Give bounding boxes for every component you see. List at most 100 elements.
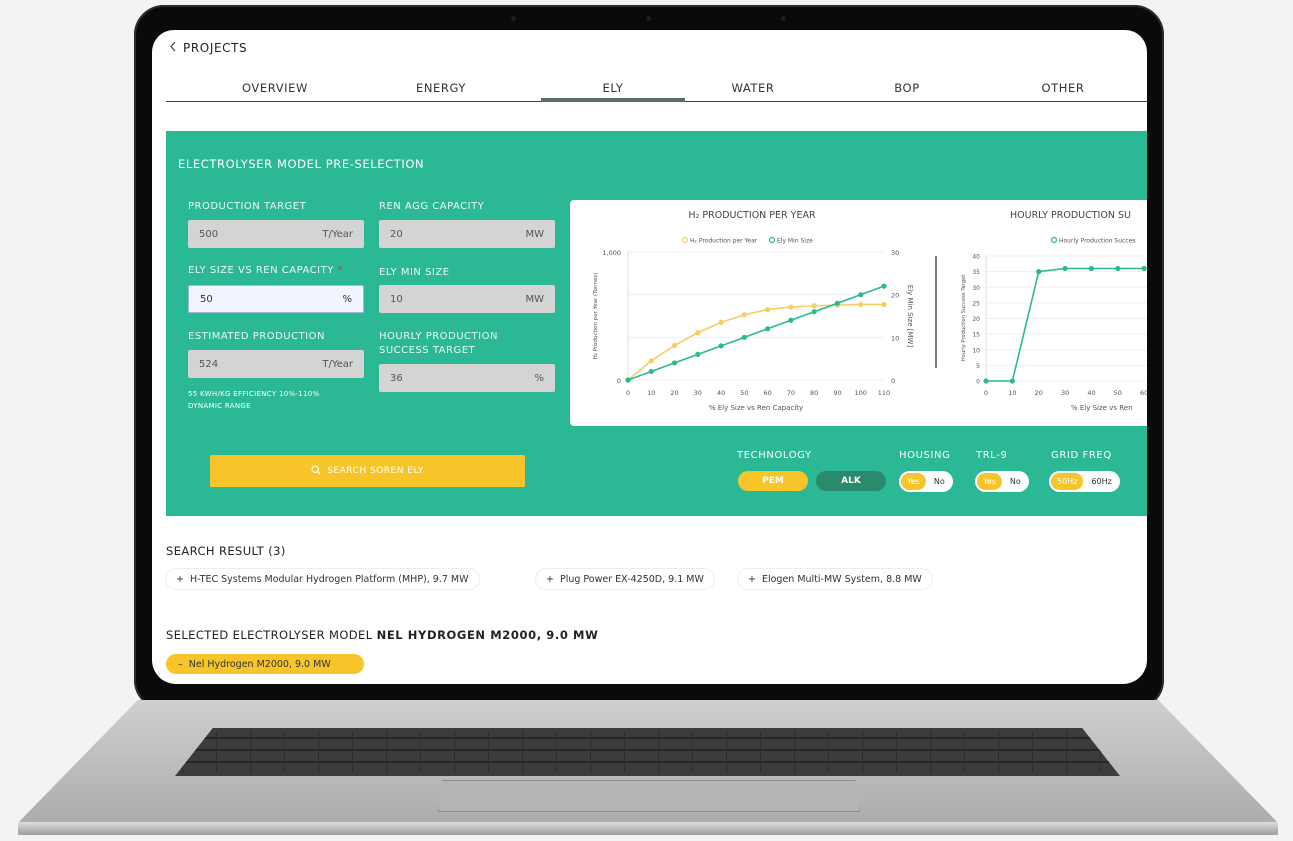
selected-chip-label: Nel Hydrogen M2000, 9.0 MW [188,658,331,670]
selected-model-chip[interactable]: – Nel Hydrogen M2000, 9.0 MW [166,654,364,674]
tab-other[interactable]: OTHER [993,81,1133,95]
pre-selection-panel: ELECTROLYSER MODEL PRE-SELECTION PRODUCT… [166,131,1147,516]
production-target-unit: T/Year [322,228,353,240]
tab-bar: OVERVIEW ENERGY ELY WATER BOP OTHER [166,76,1147,102]
chart2-ytick: 40 [972,254,980,261]
hourly-success-point [983,378,989,384]
hourly-target-label-line2: SUCCESS TARGET [379,345,476,356]
chart2-xtick: 20 [1035,389,1043,397]
estimated-production-unit: T/Year [322,358,353,370]
camera-sensor [781,16,786,21]
hourly-success-point [1115,265,1121,272]
h2-production-point [741,312,747,318]
chart2-ytick: 20 [972,316,980,323]
grid-freq-label: GRID FREQ [1051,450,1112,461]
camera-sensor [511,16,516,21]
h2-production-point [858,301,864,308]
ren-agg-capacity-input[interactable]: 20 MW [379,220,555,248]
ely-min-size-input[interactable]: 10 MW [379,285,555,313]
production-target-label: PRODUCTION TARGET [188,201,307,212]
chart1-xtick: 10 [647,389,655,397]
hourly-success-point [1036,269,1042,275]
chart1-y2tick: 20 [891,292,899,300]
tab-overview[interactable]: OVERVIEW [205,81,345,95]
selected-title-prefix: SELECTED ELECTROLYSER MODEL [166,628,373,642]
chart2-ytick: 30 [972,285,980,292]
efficiency-note-line1: 55 KWH/KG EFFICIENCY 10%-110% [188,390,320,398]
ely-min-size-point [741,334,747,340]
chart1-title: H₂ PRODUCTION PER YEAR [688,210,816,221]
trl-yes-option[interactable]: Yes [977,473,1002,490]
estimated-production-input[interactable]: 524 T/Year [188,350,364,378]
hourly-success-point [1062,265,1068,272]
housing-no-option[interactable]: No [928,473,951,490]
legend-label-hourly: Hourly Production Succes [1059,238,1135,245]
tech-alk-button[interactable]: ALK [816,471,886,491]
grid-freq-toggle[interactable]: 50Hz 60Hz [1049,471,1120,492]
h2-production-point [671,342,678,349]
tab-energy[interactable]: ENERGY [371,81,511,95]
result-chip-label: H-TEC Systems Modular Hydrogen Platform … [189,573,469,585]
chart1-ylabel: H₂ Production per Year (Tonnes) [593,273,599,360]
chart2-ytick: 5 [976,363,980,370]
estimated-production-label: ESTIMATED PRODUCTION [188,331,325,342]
ely-min-size-point [625,377,631,383]
minus-icon: – [178,658,183,670]
chart1-y2tick: 0 [891,377,895,385]
search-results-title: SEARCH RESULT (3) [166,544,286,558]
search-button-label: SEARCH SOREN ELY [327,466,424,476]
ren-agg-capacity-unit: MW [525,228,544,240]
trl-toggle[interactable]: Yes No [975,471,1029,492]
ely-min-size-label: ELY MIN SIZE [379,267,450,278]
chart1-y2tick: 30 [891,249,899,257]
chart2-ytick: 15 [972,332,980,339]
laptop-keyboard [175,728,1120,776]
hourly-target-input[interactable]: 36 % [379,364,555,392]
chart2-xtick: 10 [1008,389,1016,397]
grid-60hz-option[interactable]: 60Hz [1085,473,1117,490]
search-button[interactable]: SEARCH SOREN ELY [210,455,525,487]
chart1-y2label: Ely Min Size [MW] [906,285,914,348]
search-icon [311,464,321,478]
legend-marker-ely [768,236,776,244]
housing-yes-option[interactable]: Yes [901,473,926,490]
selected-title-model: NEL HYDROGEN M2000, 9.0 MW [376,628,599,642]
ely-size-input[interactable]: 50 % [188,285,364,313]
chart1-y2tick: 10 [891,334,899,342]
h2-production-point [881,301,887,308]
h2-production-point [788,304,794,310]
trl-no-option[interactable]: No [1004,473,1027,490]
ely-min-size-point [671,360,678,366]
ely-min-size-point [648,368,654,375]
result-chip[interactable]: + Plug Power EX-4250D, 9.1 MW [536,569,714,589]
back-link[interactable]: PROJECTS [169,41,247,55]
tab-ely[interactable]: ELY [543,81,683,95]
hourly-success-point [1141,265,1147,272]
chart2-ytick: 25 [972,300,980,307]
efficiency-note: 55 KWH/KG EFFICIENCY 10%-110% DYNAMIC RA… [188,388,319,412]
result-chip[interactable]: + H-TEC Systems Modular Hydrogen Platfor… [166,569,479,589]
production-target-input[interactable]: 500 T/Year [188,220,364,248]
ely-min-size-point [834,300,841,306]
housing-toggle[interactable]: Yes No [899,471,953,492]
hourly-target-value: 36 [390,372,403,384]
chart2-ytick: 35 [972,269,980,276]
tab-bop[interactable]: BOP [837,81,977,95]
ely-min-size-point [858,292,864,298]
tab-water[interactable]: WATER [683,81,823,95]
back-link-label: PROJECTS [183,41,248,55]
hourly-target-label: HOURLY PRODUCTION SUCCESS TARGET [379,330,498,358]
h2-production-point [811,303,817,309]
ely-size-unit: % [342,293,352,305]
chart2-xtick: 40 [1087,389,1095,397]
result-chip[interactable]: + Elogen Multi-MW System, 8.8 MW [738,569,932,589]
ely-min-size-value: 10 [390,293,403,305]
result-chip-label: Plug Power EX-4250D, 9.1 MW [559,573,704,585]
plus-icon: + [546,573,554,585]
grid-50hz-option[interactable]: 50Hz [1051,473,1084,490]
legend-marker-hourly [1050,236,1058,244]
hourly-success-line [986,267,1145,382]
chart2-ytick: 10 [972,347,980,354]
chart1-xtick: 90 [833,389,841,397]
tech-pem-button[interactable]: PEM [738,471,808,491]
